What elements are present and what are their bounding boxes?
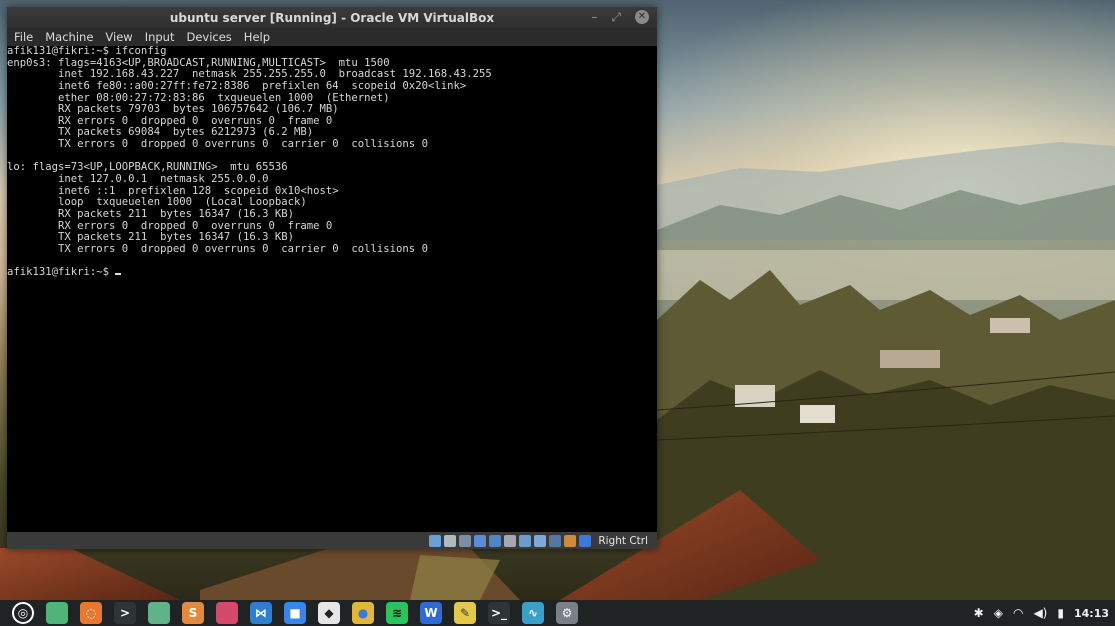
zoom-icon[interactable]: ■ xyxy=(284,602,306,624)
maximize-button[interactable]: ⤢ xyxy=(611,10,621,24)
menu-devices[interactable]: Devices xyxy=(186,30,231,44)
vscode-icon[interactable]: ⋈ xyxy=(250,602,272,624)
shared-folders-icon[interactable] xyxy=(504,534,517,547)
minimize-button[interactable]: – xyxy=(591,10,597,24)
keyboard-icon[interactable] xyxy=(579,534,592,547)
slack-icon[interactable] xyxy=(216,602,238,624)
window-title: ubuntu server [Running] - Oracle VM Virt… xyxy=(169,10,495,25)
taskbar: ◎ ◌ > S ⋈ ■ ◆ ● ≋ W ✎ >_ ∿ ⚙ ✱ ◈ ◠ ◀) ▮ 14:13 xyxy=(0,600,1115,626)
clock[interactable]: 14:13 xyxy=(1074,607,1109,620)
menu-view[interactable]: View xyxy=(105,30,132,44)
folder-icon[interactable] xyxy=(148,602,170,624)
wps-icon[interactable]: W xyxy=(420,602,442,624)
terminal-line: TX errors 0 dropped 0 overruns 0 carrier… xyxy=(7,138,428,151)
spotify-icon[interactable]: ≋ xyxy=(386,602,408,624)
host-key-label: Right Ctrl xyxy=(598,534,648,547)
audio-icon[interactable] xyxy=(459,534,472,547)
terminal-line: RX packets 211 bytes 16347 (16.3 KB) xyxy=(7,207,295,220)
menu-icon[interactable]: ◎ xyxy=(12,602,34,624)
settings-icon[interactable]: ⚙ xyxy=(556,602,578,624)
notes-icon[interactable]: ✎ xyxy=(454,602,476,624)
terminal-line: inet 127.0.0.1 netmask 255.0.0.0 xyxy=(7,173,269,186)
taskbar-apps: ◎ ◌ > S ⋈ ■ ◆ ● ≋ W ✎ >_ ∿ ⚙ xyxy=(0,602,584,624)
network-icon[interactable] xyxy=(474,534,487,547)
window-controls: – ⤢ ✕ xyxy=(591,10,649,24)
inkscape-icon[interactable]: ◆ xyxy=(318,602,340,624)
menu-file[interactable]: File xyxy=(14,30,33,44)
optical-drive-icon[interactable] xyxy=(444,534,457,547)
terminal-line: afik131@fikri:~$ ifconfig xyxy=(7,46,167,57)
window-titlebar[interactable]: ubuntu server [Running] - Oracle VM Virt… xyxy=(7,7,657,28)
vm-status-bar: Right Ctrl xyxy=(7,532,657,549)
menu-help[interactable]: Help xyxy=(244,30,270,44)
hard-disk-icon[interactable] xyxy=(429,534,442,547)
ubuntu-icon[interactable]: ◌ xyxy=(80,602,102,624)
terminal2-icon[interactable]: >_ xyxy=(488,602,510,624)
virtualbox-window: ubuntu server [Running] - Oracle VM Virt… xyxy=(7,7,657,549)
terminal-line: afik131@fikri:~$ xyxy=(7,267,657,279)
sublime-icon[interactable]: S xyxy=(182,602,204,624)
battery-icon[interactable]: ▮ xyxy=(1057,606,1064,620)
files-icon[interactable] xyxy=(46,602,68,624)
security-icon[interactable]: ◈ xyxy=(994,606,1003,620)
mouse-integration-icon[interactable] xyxy=(564,534,577,547)
system-tray: ✱ ◈ ◠ ◀) ▮ 14:13 xyxy=(974,600,1109,626)
display-icon[interactable] xyxy=(519,534,532,547)
terminal-line: inet6 fe80::a00:27ff:fe72:8386 prefixlen… xyxy=(7,79,467,92)
terminal-cursor xyxy=(115,273,122,276)
terminal-line: TX errors 0 dropped 0 overruns 0 carrier… xyxy=(7,242,428,255)
volume-icon[interactable]: ◀) xyxy=(1033,606,1047,620)
cpu-icon[interactable] xyxy=(549,534,562,547)
chrome-icon[interactable]: ● xyxy=(352,602,374,624)
terminal-icon[interactable]: > xyxy=(114,602,136,624)
wifi-icon[interactable]: ◠ xyxy=(1013,606,1023,620)
monitor-icon[interactable]: ∿ xyxy=(522,602,544,624)
video-capture-icon[interactable] xyxy=(534,534,547,547)
vm-terminal-screen[interactable]: afik131@fikri:~$ ifconfig enp0s3: flags=4… xyxy=(7,46,657,532)
menu-input[interactable]: Input xyxy=(145,30,175,44)
usb-icon[interactable] xyxy=(489,534,502,547)
menu-machine[interactable]: Machine xyxy=(45,30,93,44)
close-button[interactable]: ✕ xyxy=(635,10,649,24)
bluetooth-icon[interactable]: ✱ xyxy=(974,606,984,620)
menu-bar: File Machine View Input Devices Help xyxy=(7,28,657,46)
